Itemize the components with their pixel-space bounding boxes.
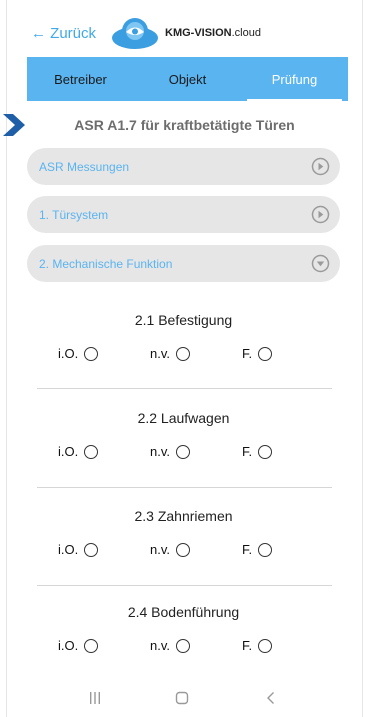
radio-label: n.v. <box>150 444 170 459</box>
system-nav-bar <box>7 686 362 712</box>
brand-bold: KMG-VISION <box>165 27 232 39</box>
title-row: ASR A1.7 für kraftbetätigte Türen <box>3 110 362 140</box>
radio-label: i.O. <box>58 542 79 557</box>
radio-group: i.O. n.v. F. <box>27 542 340 562</box>
chevron-down-circle-icon <box>311 254 330 273</box>
radio-f[interactable]: F. <box>242 346 273 361</box>
radio-label: n.v. <box>150 346 170 361</box>
radio-io[interactable]: i.O. <box>58 542 99 557</box>
cloud-logo-icon <box>112 18 158 49</box>
play-circle-icon <box>311 205 330 224</box>
radio-nv[interactable]: n.v. <box>150 638 190 653</box>
app-frame: ← Zurück KMG-VISION.cloud Betreiber Obje… <box>3 0 363 717</box>
check-heading: 2.1 Befestigung <box>134 312 233 328</box>
radio-f[interactable]: F. <box>242 638 273 653</box>
accordion-label: 1. Türsystem <box>39 207 109 222</box>
accordion-label: 2. Mechanische Funktion <box>39 256 173 271</box>
radio-nv[interactable]: n.v. <box>150 346 190 361</box>
brand-name: KMG-VISION.cloud <box>165 27 261 39</box>
radio-circle[interactable] <box>258 444 273 459</box>
radio-nv[interactable]: n.v. <box>150 542 190 557</box>
radio-nv[interactable]: n.v. <box>150 444 190 459</box>
check-heading: 2.4 Bodenführung <box>127 604 240 620</box>
radio-circle[interactable] <box>258 542 273 557</box>
check-section: 2.1 Befestigung i.O. n.v. F. <box>27 312 340 361</box>
radio-io[interactable]: i.O. <box>58 346 99 361</box>
radio-group: i.O. n.v. F. <box>27 638 340 658</box>
radio-circle[interactable] <box>176 638 190 653</box>
radio-f[interactable]: F. <box>242 444 273 459</box>
tab-pruefung[interactable]: Prüfung <box>241 57 348 101</box>
radio-label: i.O. <box>58 444 79 459</box>
radio-label: F. <box>242 444 253 459</box>
check-heading: 2.3 Zahnriemen <box>134 508 233 524</box>
radio-circle[interactable] <box>84 346 99 361</box>
tab-bar: Betreiber Objekt Prüfung <box>27 57 348 101</box>
radio-label: n.v. <box>150 542 170 557</box>
page-title: ASR A1.7 für kraftbetätigte Türen <box>74 117 295 133</box>
home-icon[interactable] <box>174 690 190 706</box>
radio-group: i.O. n.v. F. <box>27 346 340 366</box>
radio-circle[interactable] <box>84 638 99 653</box>
back-button[interactable]: ← Zurück <box>31 25 96 42</box>
radio-io[interactable]: i.O. <box>58 638 99 653</box>
radio-circle[interactable] <box>84 444 99 459</box>
radio-circle[interactable] <box>176 346 190 361</box>
divider <box>37 585 332 586</box>
divider <box>37 388 332 389</box>
play-circle-icon <box>311 157 330 176</box>
radio-label: F. <box>242 638 253 653</box>
app-header: ← Zurück KMG-VISION.cloud <box>7 14 362 54</box>
accordion-mechanische-funktion[interactable]: 2. Mechanische Funktion <box>27 245 340 282</box>
radio-label: n.v. <box>150 638 170 653</box>
back-nav-icon[interactable] <box>263 690 279 706</box>
brand-rest: .cloud <box>231 27 261 39</box>
accordion-tuersystem[interactable]: 1. Türsystem <box>27 196 340 233</box>
recent-apps-icon[interactable] <box>87 690 103 706</box>
radio-circle[interactable] <box>176 542 190 557</box>
check-section: 2.3 Zahnriemen i.O. n.v. F. <box>27 508 340 557</box>
radio-circle[interactable] <box>84 542 99 557</box>
tab-objekt[interactable]: Objekt <box>134 57 241 101</box>
check-heading: 2.2 Laufwagen <box>137 410 230 426</box>
radio-group: i.O. n.v. F. <box>27 444 340 464</box>
radio-circle[interactable] <box>258 638 273 653</box>
radio-io[interactable]: i.O. <box>58 444 99 459</box>
radio-circle[interactable] <box>176 444 190 459</box>
radio-circle[interactable] <box>258 346 273 361</box>
radio-label: F. <box>242 346 253 361</box>
accordion-label: ASR Messungen <box>39 159 130 174</box>
radio-label: i.O. <box>58 638 79 653</box>
accordion-asr-messungen[interactable]: ASR Messungen <box>27 148 340 185</box>
check-section: 2.2 Laufwagen i.O. n.v. F. <box>27 410 340 459</box>
divider <box>37 487 332 488</box>
radio-f[interactable]: F. <box>242 542 273 557</box>
check-section: 2.4 Bodenführung i.O. n.v. F. <box>27 604 340 653</box>
tab-betreiber[interactable]: Betreiber <box>27 57 134 101</box>
radio-label: i.O. <box>58 346 79 361</box>
radio-label: F. <box>242 542 253 557</box>
